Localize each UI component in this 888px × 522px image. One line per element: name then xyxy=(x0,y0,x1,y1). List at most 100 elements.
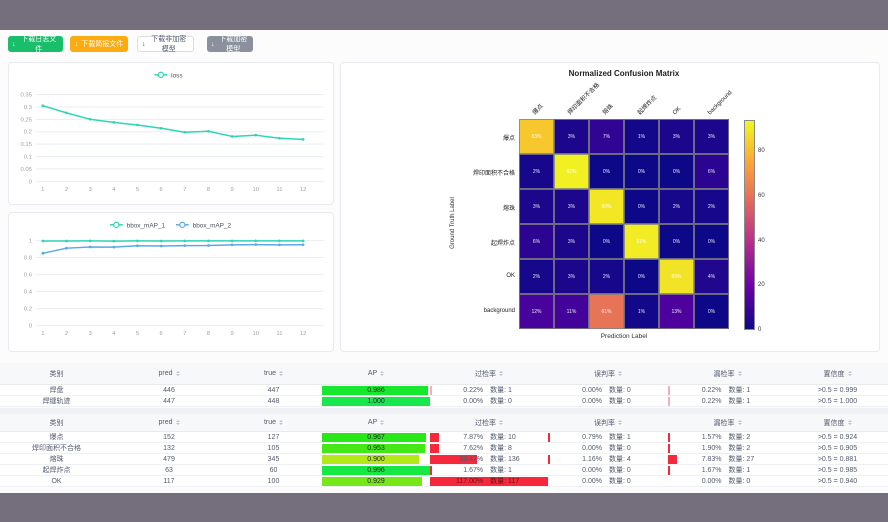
data-point xyxy=(278,137,281,140)
cell-overkill: 1.67%数量: 1 xyxy=(430,465,548,475)
column-header-true[interactable]: true xyxy=(225,363,322,384)
download-report-button[interactable]: ↓ 下载简报文件 xyxy=(70,36,128,52)
data-point xyxy=(65,240,68,243)
matrix-cell: 2% xyxy=(694,189,729,224)
sort-caret-icon[interactable] xyxy=(380,371,384,376)
legend-item-loss[interactable]: loss xyxy=(154,72,182,79)
matrix-row-label: 焊印面积不合格 xyxy=(421,168,515,177)
sort-caret-icon[interactable] xyxy=(279,371,283,376)
column-header-confidence[interactable]: 置信度 xyxy=(787,363,888,384)
rate-text: 0.22%数量: 1 xyxy=(668,396,787,406)
sort-caret-icon[interactable] xyxy=(618,420,622,425)
data-point xyxy=(160,240,163,243)
ap-value: 0.996 xyxy=(322,465,430,475)
y-tick-label: 1 xyxy=(29,239,32,245)
cell-class: 焊缝轨迹 xyxy=(0,396,113,406)
download-encrypted-model-button[interactable]: ↓ 下载加密模型 xyxy=(207,36,253,52)
matrix-cell: 3% xyxy=(659,119,694,154)
matrix-cell: 0% xyxy=(589,224,624,259)
cell-overkill: 0.00%数量: 0 xyxy=(430,396,548,406)
column-header-class: 类别 xyxy=(0,363,113,384)
data-point xyxy=(183,240,186,243)
table-row: 焊缝轨迹4474481.0000.00%数量: 00.00%数量: 00.22%… xyxy=(0,396,888,407)
rate-value: 1.67% xyxy=(668,465,722,475)
download-plain-model-button[interactable]: ↓ 下载非加密模型 xyxy=(137,36,194,52)
matrix-col-label: 熔珠 xyxy=(601,103,615,117)
column-header-overkill[interactable]: 过检率 xyxy=(430,363,548,384)
rate-text: 0.22%数量: 1 xyxy=(668,385,787,395)
sort-caret-icon[interactable] xyxy=(176,420,180,425)
series-line-loss xyxy=(43,106,303,140)
cell-confidence: >0.5 = 0.940 xyxy=(787,476,888,486)
rate-value: 0.00% xyxy=(548,476,602,486)
table-header-row: 类别 predtrueAP过检率误判率漏检率置信度 xyxy=(0,414,888,432)
matrix-cell: 3% xyxy=(694,119,729,154)
column-header-misjudge[interactable]: 误判率 xyxy=(548,414,668,431)
ap-value: 0.986 xyxy=(322,385,430,395)
rate-count: 数量: 10 xyxy=(490,432,516,442)
column-header-ap[interactable]: AP xyxy=(322,363,430,384)
column-header-pred[interactable]: pred xyxy=(113,414,225,431)
x-tick-label: 3 xyxy=(89,331,93,337)
sort-caret-icon[interactable] xyxy=(380,420,384,425)
column-header-pred[interactable]: pred xyxy=(113,363,225,384)
bottom-frame-band xyxy=(0,493,888,522)
matrix-cell: 4% xyxy=(694,259,729,294)
sort-caret-icon[interactable] xyxy=(499,371,503,376)
column-header-miss[interactable]: 漏检率 xyxy=(668,363,787,384)
column-header-misjudge[interactable]: 误判率 xyxy=(548,363,668,384)
sort-caret-icon[interactable] xyxy=(738,420,742,425)
rate-text: 7.87%数量: 10 xyxy=(430,432,548,442)
colorbar-tick-label: 80 xyxy=(758,148,765,154)
rate-value: 1.90% xyxy=(668,443,722,453)
column-header-true[interactable]: true xyxy=(225,414,322,431)
column-header-overkill[interactable]: 过检率 xyxy=(430,414,548,431)
cell-true: 100 xyxy=(225,476,322,486)
cell-misjudge: 0.00%数量: 0 xyxy=(548,465,668,475)
data-point xyxy=(136,240,139,243)
y-tick-label: 0.4 xyxy=(24,289,33,295)
sort-caret-icon[interactable] xyxy=(738,371,742,376)
cell-misjudge: 0.00%数量: 0 xyxy=(548,476,668,486)
column-header-label: 漏检率 xyxy=(714,369,735,379)
x-tick-label: 9 xyxy=(230,331,233,337)
cell-class: 焊印面积不合格 xyxy=(0,443,113,453)
ap-value: 0.967 xyxy=(322,432,430,442)
sort-caret-icon[interactable] xyxy=(848,420,852,425)
button-label: 下载加密模型 xyxy=(218,34,250,54)
x-tick-label: 6 xyxy=(159,187,163,193)
data-point xyxy=(254,134,257,137)
cell-class: 焊盘 xyxy=(0,385,113,395)
rate-value: 1.57% xyxy=(668,432,722,442)
table-row: OK1171000.929117.00%数量: 1170.00%数量: 00.0… xyxy=(0,476,888,487)
rate-value: 0.00% xyxy=(430,396,483,406)
cell-miss: 0.22%数量: 1 xyxy=(668,385,787,395)
data-point xyxy=(41,104,44,107)
data-point xyxy=(112,246,115,249)
table-header-row: 类别predtrueAP过检率误判率 漏检率 置信度 xyxy=(0,363,888,385)
sort-caret-icon[interactable] xyxy=(499,420,503,425)
x-tick-label: 8 xyxy=(207,331,211,337)
rate-count: 数量: 1 xyxy=(490,385,512,395)
sort-caret-icon[interactable] xyxy=(848,371,852,376)
matrix-col-label: 起焊炸点 xyxy=(636,94,659,117)
x-tick-label: 7 xyxy=(183,331,186,337)
y-tick-label: 0.2 xyxy=(24,306,32,312)
matrix-cell: 0% xyxy=(694,224,729,259)
sort-caret-icon[interactable] xyxy=(279,420,283,425)
download-log-button[interactable]: ↓ 下载日志文件 xyxy=(8,36,63,52)
column-header-ap[interactable]: AP xyxy=(322,414,430,431)
matrix-row-label: 起焊炸点 xyxy=(421,238,515,247)
sort-caret-icon[interactable] xyxy=(618,371,622,376)
rate-value: 117.00% xyxy=(430,476,483,486)
cell-true: 448 xyxy=(225,396,322,406)
legend-item-bbox_mAP_2[interactable]: bbox_mAP_2 xyxy=(176,222,232,229)
column-header-confidence[interactable]: 置信度 xyxy=(787,414,888,431)
column-header-label: 置信度 xyxy=(824,369,845,379)
x-tick-label: 1 xyxy=(41,331,44,337)
column-header-label: 类别 xyxy=(50,418,64,428)
sort-caret-icon[interactable] xyxy=(176,371,180,376)
legend-item-bbox_mAP_1[interactable]: bbox_mAP_1 xyxy=(110,222,166,229)
cell-ap: 0.900 xyxy=(322,454,430,464)
column-header-miss[interactable]: 漏检率 xyxy=(668,414,787,431)
